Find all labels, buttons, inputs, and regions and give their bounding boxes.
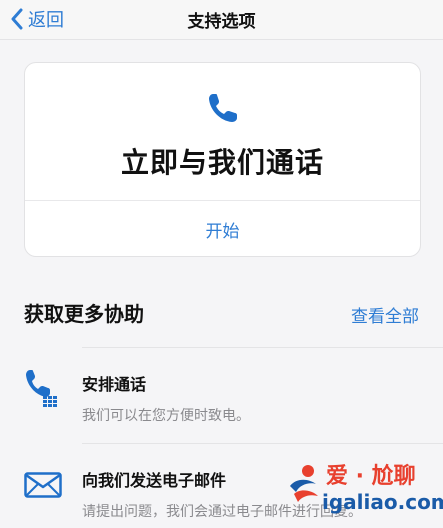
page-title: 支持选项 bbox=[187, 12, 256, 32]
watermark-text: 爱 · 尬聊 bbox=[326, 464, 416, 489]
call-now-headline: 立即与我们通话 bbox=[120, 146, 324, 179]
see-all-link[interactable]: 查看全部 bbox=[351, 302, 419, 327]
watermark-url: igaliao.com bbox=[322, 490, 443, 514]
phone-schedule-icon bbox=[26, 370, 57, 407]
watermark: 爱 · 尬聊 igaliao.com bbox=[282, 458, 443, 528]
section-title: 获取更多协助 bbox=[24, 302, 144, 326]
list-item-title: 向我们发送电子邮件 bbox=[82, 471, 227, 490]
start-call-button[interactable]: 开始 bbox=[25, 201, 420, 257]
list-item-title: 安排通话 bbox=[82, 375, 147, 394]
watermark-logo-icon bbox=[290, 465, 318, 502]
navigation-bar: 返回 支持选项 bbox=[0, 0, 443, 40]
list-item-schedule-call[interactable]: 安排通话 我们可以在您方便时致电。 bbox=[0, 348, 443, 443]
list-item-description: 我们可以在您方便时致电。 bbox=[82, 408, 250, 424]
phone-icon bbox=[209, 94, 237, 122]
envelope-icon bbox=[24, 472, 62, 498]
call-now-card: 立即与我们通话 开始 bbox=[24, 62, 421, 257]
